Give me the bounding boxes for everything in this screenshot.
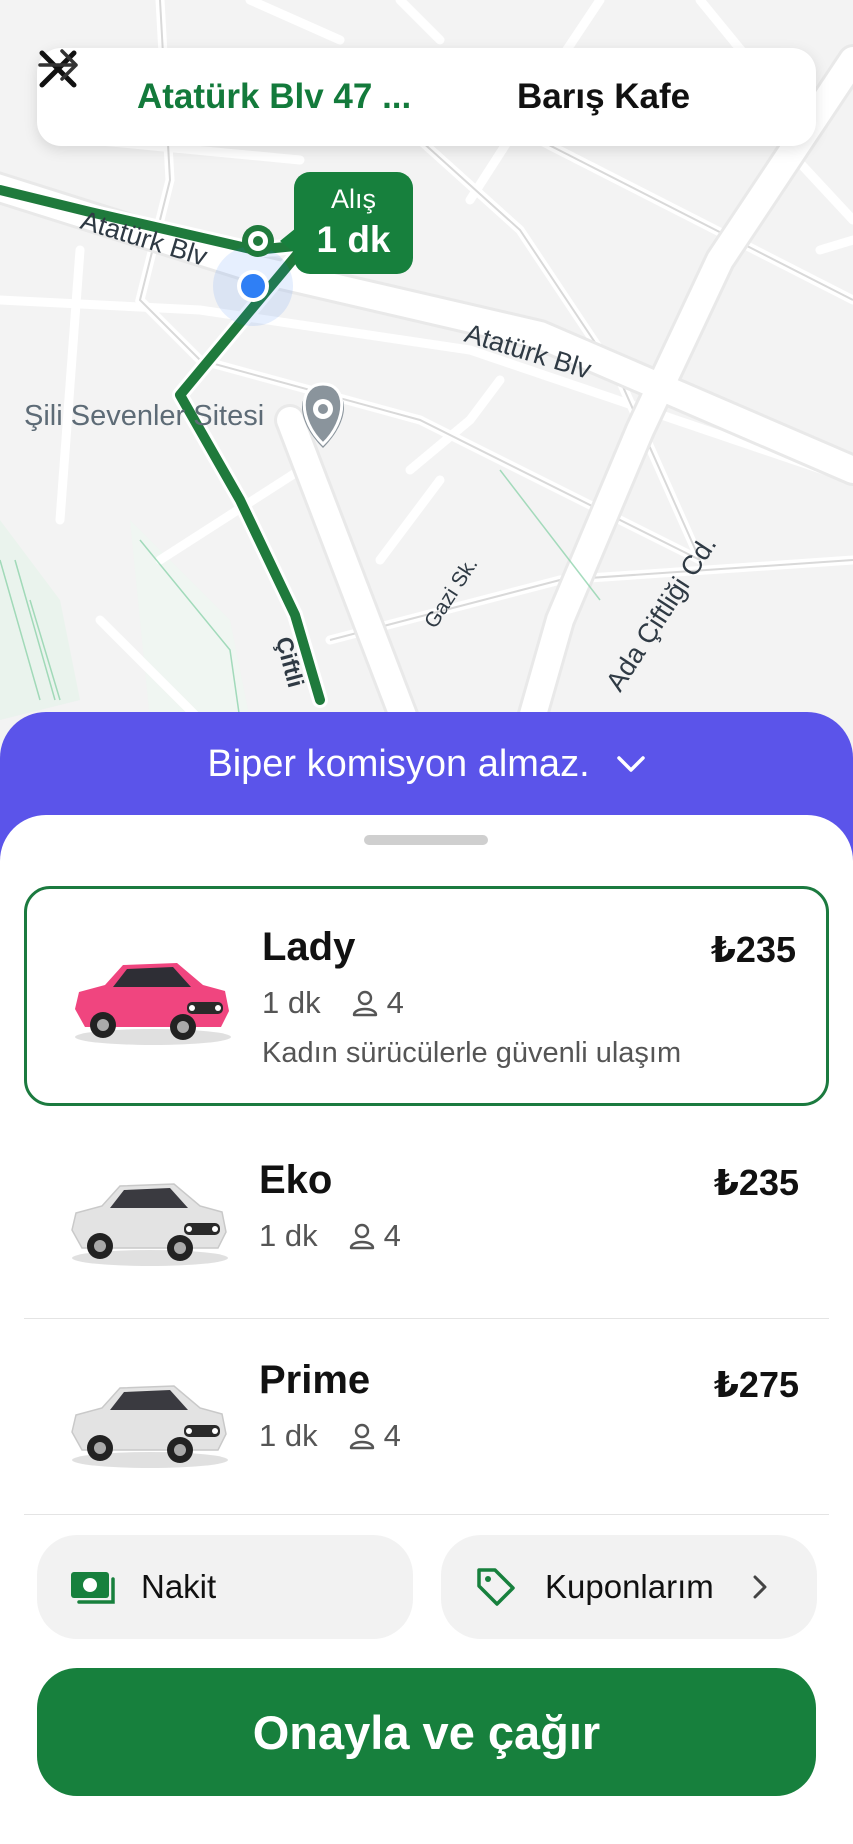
poi-label: Şili Sevenler Sitesi (24, 400, 265, 432)
pink-car-icon (75, 963, 231, 1045)
cash-icon (71, 1572, 115, 1604)
option-price: ₺235 (710, 929, 796, 970)
person-icon (349, 1223, 374, 1250)
payment-label: Nakit (141, 1568, 217, 1605)
option-price: ₺235 (713, 1162, 799, 1203)
confirm-and-call-button[interactable]: Onayla ve çağır (37, 1668, 816, 1796)
option-eta: 1 dk (259, 1218, 318, 1253)
coupons-label: Kuponlarım (545, 1568, 714, 1605)
option-seats: 4 (386, 985, 404, 1020)
sheet-drag-handle[interactable] (364, 835, 488, 845)
option-eta: 1 dk (259, 1418, 318, 1453)
option-name: Lady (262, 925, 356, 969)
divider (24, 1318, 829, 1319)
ride-option-eko[interactable]: Eko 1 dk 4 ₺235 (24, 1118, 829, 1318)
ride-option-lady[interactable]: Lady 1 dk 4 Kadın sürücülerle güvenli ul… (24, 886, 829, 1106)
person-icon (349, 1423, 374, 1450)
coupons-button[interactable]: Kuponlarım (441, 1535, 817, 1639)
option-name: Eko (259, 1158, 333, 1202)
option-seats: 4 (383, 1218, 401, 1253)
pickup-eta-bubble: Alış 1 dk (294, 172, 413, 274)
origin-address[interactable]: Atatürk Blv 47 ... (137, 77, 437, 117)
chevron-down-icon (616, 756, 645, 772)
chevron-right-icon (753, 1575, 767, 1599)
option-description: Kadın sürücülerle güvenli ulaşım (262, 1037, 682, 1069)
payment-method-button[interactable]: Nakit (37, 1535, 413, 1639)
person-icon (352, 990, 377, 1017)
banner-text: Biper komisyon almaz. (207, 742, 590, 785)
pickup-eta: 1 dk (316, 219, 391, 260)
ride-option-prime[interactable]: Prime 1 dk 4 ₺275 (24, 1320, 829, 1514)
white-car-icon (71, 1183, 228, 1266)
option-eta: 1 dk (262, 985, 321, 1020)
option-name: Prime (259, 1358, 371, 1402)
map-view[interactable]: Atatürk Blv Atatürk Blv Şili Sevenler Si… (0, 0, 853, 760)
tag-icon (477, 1568, 515, 1606)
pickup-label: Alış (330, 184, 376, 214)
route-summary-bar[interactable]: Atatürk Blv 47 ... Barış Kafe (37, 48, 816, 146)
option-price: ₺275 (713, 1364, 799, 1405)
white-car-icon (71, 1385, 228, 1468)
option-seats: 4 (383, 1418, 401, 1453)
divider (24, 1514, 829, 1515)
arrow-right-icon (38, 49, 78, 81)
destination-address[interactable]: Barış Kafe (517, 77, 690, 117)
